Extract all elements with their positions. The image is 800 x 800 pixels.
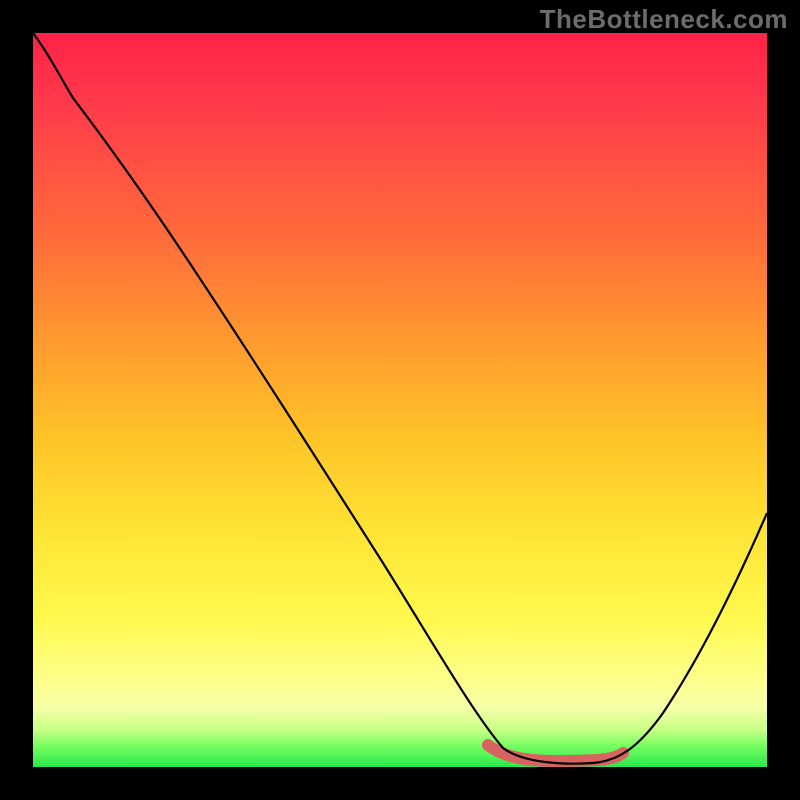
curve-layer: [33, 33, 767, 767]
watermark-label: TheBottleneck.com: [540, 4, 788, 35]
plot-area: [33, 33, 767, 767]
bottleneck-curve: [33, 33, 767, 764]
chart-frame: TheBottleneck.com: [0, 0, 800, 800]
optimal-range-highlight: [488, 745, 623, 761]
